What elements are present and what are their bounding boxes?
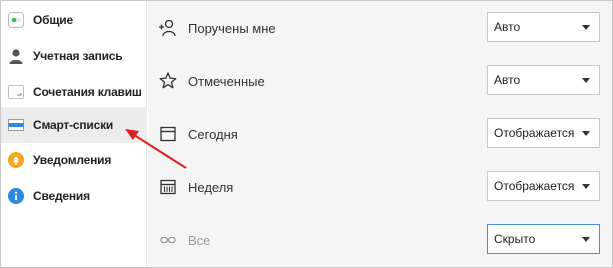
assigned-visibility-select[interactable]: Авто (487, 12, 600, 42)
starred-visibility-select[interactable]: Авто (487, 65, 600, 95)
select-value: Отображается (494, 126, 575, 140)
chevron-down-icon (582, 78, 590, 83)
setting-row-all: Все Скрыто (148, 213, 612, 267)
sidebar-item-notifications[interactable]: Уведомления (1, 142, 147, 178)
setting-row-assigned: Поручены мне Авто (148, 1, 612, 55)
keyboard-icon (8, 84, 24, 100)
sidebar-item-about[interactable]: Сведения (1, 178, 147, 214)
sidebar-item-label: Уведомления (33, 153, 112, 167)
calendar-today-icon (158, 124, 178, 144)
week-visibility-select[interactable]: Отображается (487, 171, 600, 201)
chevron-down-icon (582, 237, 590, 242)
sidebar-item-general[interactable]: Общие (1, 2, 147, 38)
setting-label: Отмеченные (188, 74, 265, 89)
star-icon (158, 71, 178, 91)
assigned-user-icon (158, 18, 178, 38)
setting-label: Поручены мне (188, 21, 276, 36)
sidebar-item-shortcuts[interactable]: Сочетания клавиш (1, 74, 147, 110)
chevron-down-icon (582, 131, 590, 136)
sidebar-item-label: Учетная запись (33, 49, 123, 63)
chevron-down-icon (582, 184, 590, 189)
sidebar-item-label: Смарт-списки (33, 118, 114, 132)
sidebar-item-smart-lists[interactable]: Смарт-списки (1, 107, 147, 143)
settings-sidebar: Общие Учетная запись Сочетания клавиш См… (1, 1, 147, 267)
smart-list-icon (8, 117, 24, 133)
setting-row-today: Сегодня Отображается (148, 107, 612, 161)
smart-lists-settings-panel: Поручены мне Авто Отмеченные Авто Сегодн… (148, 1, 612, 267)
chevron-down-icon (582, 25, 590, 30)
all-visibility-select[interactable]: Скрыто (487, 224, 600, 254)
bell-icon (8, 152, 24, 168)
sidebar-item-account[interactable]: Учетная запись (1, 38, 147, 74)
sidebar-item-label: Сочетания клавиш (33, 85, 142, 99)
toggle-icon (8, 12, 24, 28)
infinity-icon (158, 230, 178, 250)
setting-row-week: Неделя Отображается (148, 160, 612, 214)
select-value: Скрыто (494, 232, 536, 246)
setting-row-starred: Отмеченные Авто (148, 54, 612, 108)
info-icon (8, 188, 24, 204)
today-visibility-select[interactable]: Отображается (487, 118, 600, 148)
user-icon (8, 48, 24, 64)
setting-label: Все (188, 233, 211, 248)
setting-label: Сегодня (188, 127, 238, 142)
calendar-week-icon (158, 177, 178, 197)
select-value: Отображается (494, 179, 575, 193)
select-value: Авто (494, 73, 521, 87)
sidebar-item-label: Сведения (33, 189, 90, 203)
setting-label: Неделя (188, 180, 234, 195)
sidebar-item-label: Общие (33, 13, 73, 27)
select-value: Авто (494, 20, 521, 34)
